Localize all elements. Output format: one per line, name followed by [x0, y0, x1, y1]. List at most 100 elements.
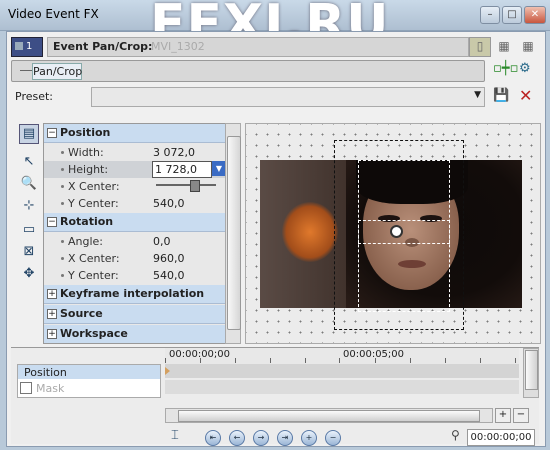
height-slider[interactable]	[156, 180, 216, 192]
timeline-hscroll[interactable]	[165, 408, 493, 423]
prop-rot-y-center[interactable]: Y Center: 540,0	[44, 267, 226, 284]
properties-panel: − Position Width: 3 072,0 Height: 1 728,…	[43, 123, 241, 344]
add-keyframe-icon[interactable]: +	[301, 430, 317, 446]
prop-label: X Center:	[68, 180, 120, 193]
keyframe-timeline: Position Mask 00:00:00;00 00:00:05;00 + …	[11, 347, 539, 446]
group-workspace[interactable]: + Workspace	[44, 325, 226, 343]
preset-select[interactable]: ▼	[91, 87, 485, 107]
zoom-out-icon[interactable]: −	[513, 408, 529, 423]
fx-window: 1 Event Pan/Crop: MVI_1302 ▯ ▦ ▦ Pan/Cro…	[6, 31, 546, 447]
scrollbar-thumb[interactable]	[525, 350, 538, 390]
plugin-label: Event Pan/Crop:	[53, 40, 153, 53]
track-list: Position Mask	[17, 364, 161, 398]
group-label: Source	[60, 307, 103, 320]
mask-checkbox[interactable]	[20, 382, 32, 394]
prop-x-center[interactable]: X Center:	[44, 178, 226, 195]
show-properties-icon[interactable]: ▤	[19, 124, 39, 144]
close-icon[interactable]: ✕	[524, 6, 546, 24]
prop-label: Height:	[68, 163, 109, 176]
ruler-mid: 00:00:05;00	[343, 349, 405, 360]
properties-scrollbar[interactable]	[225, 123, 241, 344]
first-keyframe-icon[interactable]: ⇤	[205, 430, 221, 446]
prop-rot-x-center[interactable]: X Center: 960,0	[44, 250, 226, 267]
keyframe-track-mask[interactable]	[165, 380, 519, 394]
next-keyframe-icon[interactable]: →	[253, 430, 269, 446]
time-ruler[interactable]: 00:00:00;00 00:00:05;00	[165, 348, 519, 365]
keyframe-track-position[interactable]	[165, 364, 519, 378]
minimize-icon[interactable]: –	[480, 6, 500, 24]
prop-label: Angle:	[68, 235, 104, 248]
prop-label: Width:	[68, 146, 104, 159]
move-icon[interactable]: ✥	[19, 264, 39, 284]
timeline-vscroll[interactable]	[523, 348, 539, 398]
scrollbar-thumb[interactable]	[178, 410, 480, 422]
sync-cursor-icon[interactable]: ⌶	[171, 428, 179, 443]
scrollbar-thumb[interactable]	[227, 136, 241, 330]
track-number-badge[interactable]: 1	[11, 37, 43, 57]
crop-preview[interactable]	[245, 123, 541, 344]
collapse-icon[interactable]: −	[47, 128, 57, 138]
collapse-icon[interactable]: −	[47, 217, 57, 227]
preset-label: Preset:	[15, 90, 54, 103]
view-grid-icon[interactable]: ▦	[493, 37, 515, 57]
group-position[interactable]: − Position	[44, 124, 226, 143]
prop-angle[interactable]: Angle: 0,0	[44, 233, 226, 250]
snap-icon[interactable]: ⊹	[19, 196, 39, 216]
track-position[interactable]: Position	[18, 365, 160, 379]
delete-keyframe-icon[interactable]: −	[325, 430, 341, 446]
bullet-icon	[61, 151, 64, 154]
group-keyframe-interpolation[interactable]: + Keyframe interpolation	[44, 285, 226, 304]
zoom-in-icon[interactable]: +	[495, 408, 511, 423]
frame-icon[interactable]: ▭	[19, 220, 39, 240]
view-list-icon[interactable]: ▦	[517, 37, 539, 57]
window-title: Video Event FX	[8, 7, 99, 21]
zoom-icon[interactable]: 🔍	[19, 174, 39, 194]
maximize-icon[interactable]: □	[502, 6, 522, 24]
lock-icon[interactable]: ⚲	[451, 428, 460, 442]
plugin-chain-icon[interactable]: ▫┿▫	[493, 61, 518, 76]
plugin-header: Event Pan/Crop: MVI_1302	[47, 37, 469, 57]
height-input[interactable]: 1 728,0	[152, 161, 212, 178]
prop-y-center[interactable]: Y Center: 540,0	[44, 195, 226, 212]
bullet-icon	[61, 168, 64, 171]
plugin-chain: Pan/Crop	[11, 60, 485, 82]
group-source[interactable]: + Source	[44, 305, 226, 324]
bullet-icon	[61, 185, 64, 188]
track-mask[interactable]: Mask	[18, 381, 160, 395]
track-label: Position	[24, 366, 67, 379]
chevron-down-icon[interactable]: ▼	[212, 161, 226, 176]
prop-value: 3 072,0	[153, 146, 195, 159]
pointer-icon[interactable]: ↖	[19, 152, 39, 172]
slider-thumb[interactable]	[190, 180, 200, 192]
save-preset-icon[interactable]: 💾	[493, 88, 509, 103]
last-keyframe-icon[interactable]: ⇥	[277, 430, 293, 446]
expand-icon[interactable]: +	[47, 309, 57, 319]
plugin-settings-icon[interactable]: ⚙	[519, 61, 531, 76]
prop-width[interactable]: Width: 3 072,0	[44, 144, 226, 161]
track-icon	[15, 42, 23, 50]
group-label: Position	[60, 126, 111, 139]
bullet-icon	[61, 202, 64, 205]
fx-toolbar: 1 Event Pan/Crop: MVI_1302 ▯ ▦ ▦	[11, 35, 539, 57]
expand-icon[interactable]: +	[47, 289, 57, 299]
delete-preset-icon[interactable]: ✕	[519, 86, 532, 105]
view-single-icon[interactable]: ▯	[469, 37, 491, 57]
timecode-display[interactable]: 00:00:00;00	[467, 429, 535, 446]
chevron-down-icon: ▼	[474, 90, 481, 100]
crop-icon[interactable]: ⊠	[19, 242, 39, 262]
slider-track	[156, 184, 216, 186]
group-label: Rotation	[60, 215, 114, 228]
prev-keyframe-icon[interactable]: ←	[229, 430, 245, 446]
crop-center-handle[interactable]	[390, 225, 403, 238]
group-label: Keyframe interpolation	[60, 287, 205, 300]
crop-frame-horizontal[interactable]	[358, 220, 450, 244]
expand-icon[interactable]: +	[47, 329, 57, 339]
title-bar: Video Event FX EFXI.RU – □ ✕	[0, 0, 550, 54]
keyframe-marker[interactable]	[165, 367, 170, 375]
clip-name: MVI_1302	[151, 40, 205, 53]
prop-value: 540,0	[153, 269, 185, 282]
group-rotation[interactable]: − Rotation	[44, 213, 226, 232]
prop-height[interactable]: Height: 1 728,0 ▼	[44, 161, 226, 178]
chain-node-pancrop[interactable]: Pan/Crop	[32, 63, 82, 80]
prop-value: 0,0	[153, 235, 171, 248]
